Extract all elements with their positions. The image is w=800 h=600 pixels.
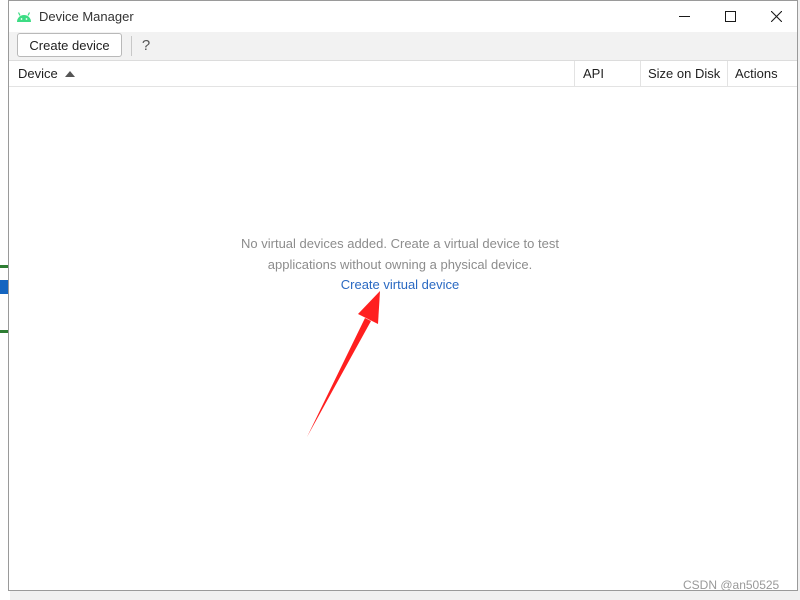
- window-title: Device Manager: [39, 9, 134, 24]
- column-header-label: Size on Disk: [648, 66, 721, 81]
- android-icon: [16, 10, 32, 22]
- toolbar: Create device ?: [9, 32, 797, 61]
- minimize-icon: [678, 16, 690, 17]
- create-virtual-device-link[interactable]: Create virtual device: [9, 277, 791, 292]
- sort-ascending-icon: [64, 70, 75, 77]
- maximize-icon: [724, 11, 736, 22]
- table-header: Device API Size on Disk Actions: [9, 61, 797, 87]
- help-button[interactable]: ?: [137, 34, 155, 56]
- column-header-device[interactable]: Device: [9, 61, 574, 86]
- column-header-label: API: [583, 66, 604, 81]
- column-header-label: Device: [18, 66, 58, 81]
- title-bar[interactable]: Device Manager: [9, 1, 797, 32]
- column-header-size-on-disk[interactable]: Size on Disk: [640, 61, 727, 86]
- background-app-mark: [0, 280, 8, 294]
- empty-state-message: No virtual devices added. Create a virtu…: [9, 233, 791, 275]
- maximize-button[interactable]: [707, 1, 753, 32]
- background-app-mark: [0, 265, 8, 268]
- device-manager-window: Device Manager Create device ? Device AP…: [8, 0, 798, 591]
- column-header-label: Actions: [735, 66, 778, 81]
- empty-state-line: No virtual devices added. Create a virtu…: [241, 236, 559, 251]
- empty-state-line: applications without owning a physical d…: [267, 257, 533, 272]
- column-header-actions[interactable]: Actions: [727, 61, 797, 86]
- create-device-button[interactable]: Create device: [17, 33, 122, 57]
- column-header-api[interactable]: API: [574, 61, 640, 86]
- background-app-mark: [0, 330, 8, 333]
- toolbar-separator: [131, 36, 132, 56]
- close-icon: [770, 11, 782, 22]
- close-button[interactable]: [753, 1, 799, 32]
- minimize-button[interactable]: [661, 1, 707, 32]
- watermark: CSDN @an50525: [683, 578, 780, 592]
